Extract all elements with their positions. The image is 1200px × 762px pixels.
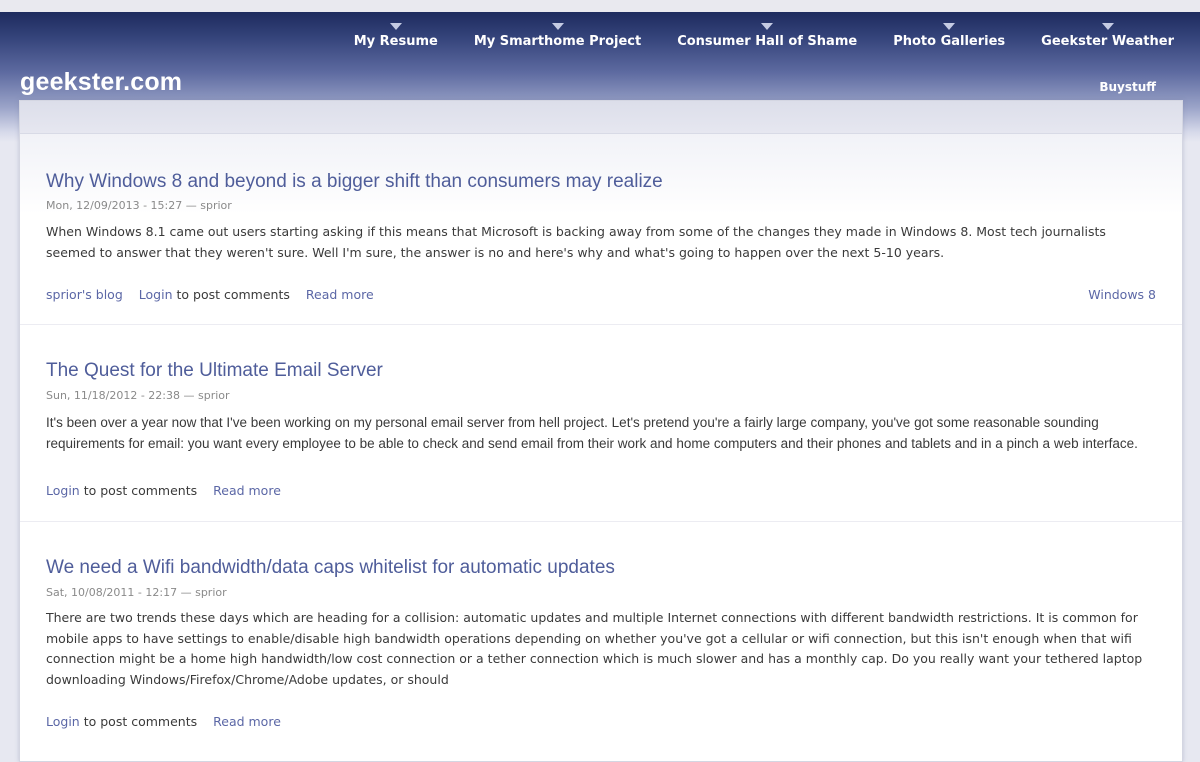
content-top-band bbox=[20, 101, 1182, 134]
caret-down-icon bbox=[761, 23, 774, 30]
post-meta: Sun, 11/18/2012 - 22:38 — sprior bbox=[46, 389, 230, 402]
post-meta: Sat, 10/08/2011 - 12:17 — sprior bbox=[46, 586, 227, 599]
login-suffix: to post comments bbox=[83, 714, 198, 729]
post-title-link[interactable]: The Quest for the Ultimate Email Server bbox=[46, 360, 383, 382]
post-teaser: When Windows 8.1 came out users starting… bbox=[46, 224, 1106, 260]
post-title-link[interactable]: Why Windows 8 and beyond is a bigger shi… bbox=[46, 171, 663, 193]
blog-post: Why Windows 8 and beyond is a bigger shi… bbox=[20, 134, 1182, 325]
read-more-link[interactable]: Read more bbox=[306, 287, 374, 302]
tag-link-windows-8[interactable]: Windows 8 bbox=[1088, 287, 1156, 302]
post-links: sprior's blog Login to post comments Read … bbox=[46, 287, 374, 302]
login-link[interactable]: Login bbox=[139, 287, 173, 302]
caret-down-icon bbox=[943, 23, 956, 30]
nav-item-label: Geekster Weather bbox=[1041, 34, 1174, 49]
login-suffix: to post comments bbox=[83, 483, 198, 498]
nav-item-my-resume[interactable]: My Resume bbox=[353, 23, 438, 60]
nav-item-consumer-hall-of-shame[interactable]: Consumer Hall of Shame bbox=[677, 23, 858, 60]
read-more-link[interactable]: Read more bbox=[213, 483, 281, 498]
post-links: Login to post comments Read more bbox=[46, 483, 281, 498]
nav-item-photo-galleries[interactable]: Photo Galleries bbox=[893, 23, 1006, 60]
login-suffix: to post comments bbox=[176, 287, 290, 302]
caret-down-icon bbox=[389, 23, 402, 30]
read-more-link[interactable]: Read more bbox=[213, 714, 281, 729]
blog-post: The Quest for the Ultimate Email Server … bbox=[20, 325, 1182, 522]
blog-post: We need a Wifi bandwidth/data caps white… bbox=[20, 522, 1182, 762]
nav-item-geekster-weather[interactable]: Geekster Weather bbox=[1041, 23, 1174, 60]
nav-item-smarthome-project[interactable]: My Smarthome Project bbox=[473, 23, 642, 60]
nav-item-label: Photo Galleries bbox=[893, 34, 1006, 49]
post-title-link[interactable]: We need a Wifi bandwidth/data caps white… bbox=[46, 557, 615, 579]
nav-item-label: My Resume bbox=[353, 34, 438, 49]
blog-link[interactable]: sprior's blog bbox=[46, 287, 123, 302]
post-teaser: There are two trends these days which ar… bbox=[46, 610, 1143, 687]
caret-down-icon bbox=[1101, 23, 1114, 30]
nav-item-label: My Smarthome Project bbox=[473, 34, 642, 49]
post-links: Login to post comments Read more bbox=[46, 714, 281, 729]
post-meta: Mon, 12/09/2013 - 15:27 — sprior bbox=[46, 199, 232, 212]
top-strip bbox=[0, 0, 1200, 12]
login-link[interactable]: Login bbox=[46, 483, 80, 498]
site-name-link[interactable]: geekster.com bbox=[20, 68, 182, 97]
nav-item-label: Consumer Hall of Shame bbox=[677, 34, 858, 49]
secondary-nav-buystuff[interactable]: Buystuff bbox=[1099, 80, 1156, 94]
main-content: Why Windows 8 and beyond is a bigger shi… bbox=[19, 100, 1183, 762]
caret-down-icon bbox=[551, 23, 564, 30]
primary-nav: My Resume My Smarthome Project Consumer … bbox=[353, 23, 1174, 60]
login-link[interactable]: Login bbox=[46, 714, 80, 729]
post-teaser: It's been over a year now that I've been… bbox=[46, 415, 1138, 451]
